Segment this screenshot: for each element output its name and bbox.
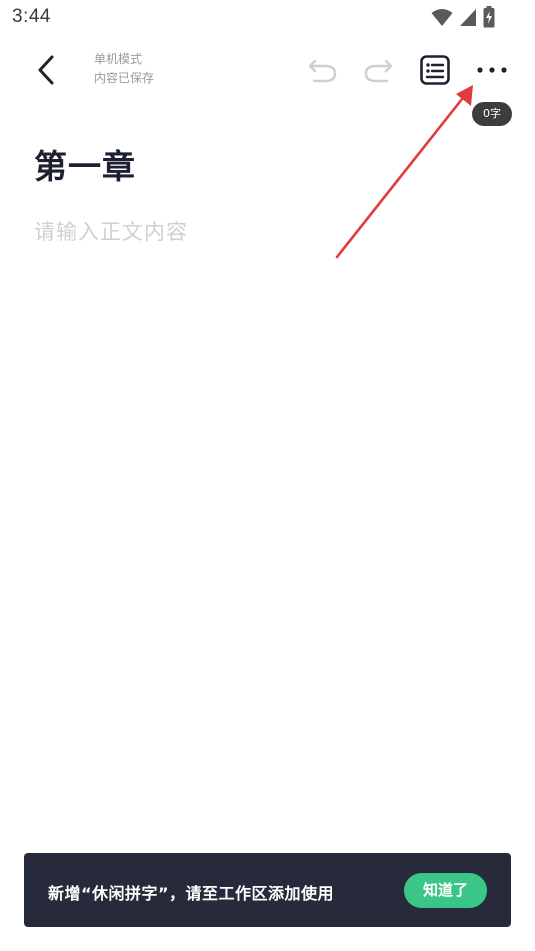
status-time: 3:44 xyxy=(12,6,51,27)
back-button[interactable] xyxy=(30,52,62,88)
redo-icon xyxy=(364,59,393,83)
outline-button[interactable] xyxy=(417,52,453,88)
more-button[interactable] xyxy=(474,52,510,88)
feature-toast: 新增“休闲拼字”，请至工作区添加使用 知道了 xyxy=(24,853,511,927)
outline-icon xyxy=(420,55,450,85)
saved-label: 内容已保存 xyxy=(94,71,155,85)
back-icon xyxy=(38,55,54,85)
status-bar: 3:44 xyxy=(0,0,535,36)
signal-icon xyxy=(460,9,476,26)
chapter-title[interactable]: 第一章 xyxy=(34,140,136,188)
wifi-icon xyxy=(431,9,453,26)
redo-button[interactable] xyxy=(360,52,396,88)
more-icon xyxy=(477,67,507,73)
acknowledge-button[interactable]: 知道了 xyxy=(404,873,487,908)
body-input[interactable]: 请输入正文内容 xyxy=(34,216,188,246)
save-status: 单机模式 内容已保存 xyxy=(94,50,154,88)
word-count-badge: 0字 xyxy=(472,102,512,126)
undo-icon xyxy=(308,59,337,83)
status-icons xyxy=(431,6,495,28)
mode-label: 单机模式 xyxy=(94,52,143,66)
editor-toolbar: 单机模式 内容已保存 xyxy=(0,38,535,102)
battery-charging-icon xyxy=(483,6,495,28)
toast-message: 新增“休闲拼字”，请至工作区添加使用 xyxy=(48,884,335,903)
undo-button[interactable] xyxy=(305,52,341,88)
